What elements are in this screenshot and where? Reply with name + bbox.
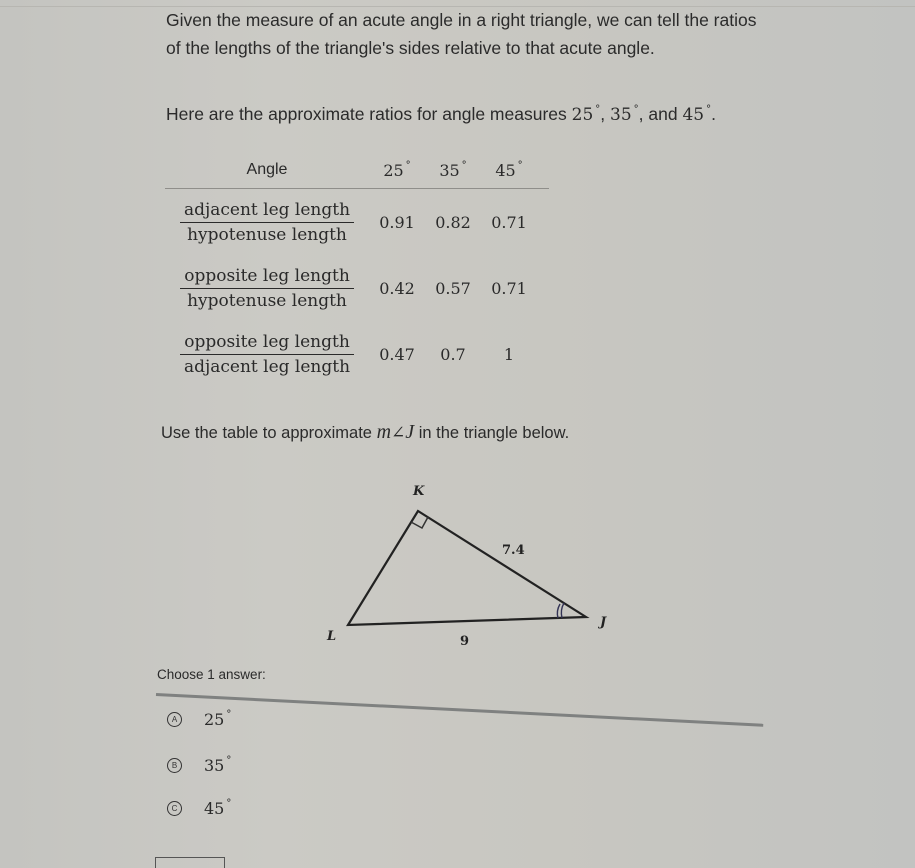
table-cell: 0.71 bbox=[491, 212, 527, 232]
degree-symbol: ° bbox=[226, 709, 232, 720]
comma: , bbox=[600, 104, 606, 124]
answer-divider bbox=[155, 693, 764, 727]
table-cell: 0.82 bbox=[435, 212, 471, 232]
angle-45: 45 ° bbox=[682, 104, 711, 125]
ratio-fraction: adjacent leg length hypotenuse length bbox=[165, 200, 369, 245]
table-row: adjacent leg length hypotenuse length 0.… bbox=[165, 189, 549, 255]
fraction-numerator: adjacent leg length bbox=[179, 200, 355, 223]
intro-line-2: of the lengths of the triangle's sides r… bbox=[166, 38, 655, 58]
choose-answer-label: Choose 1 answer: bbox=[157, 667, 266, 682]
table-row: opposite leg length hypotenuse length 0.… bbox=[165, 255, 549, 321]
angle-35: 35 ° bbox=[610, 104, 639, 125]
fraction-numerator: opposite leg length bbox=[180, 266, 354, 289]
m-symbol: m bbox=[376, 421, 392, 443]
table-cell: 0.47 bbox=[379, 344, 415, 364]
fraction-denominator: hypotenuse length bbox=[187, 290, 347, 311]
header-angle: Angle bbox=[246, 161, 288, 178]
intro-line-1: Given the measure of an acute angle in a… bbox=[166, 10, 757, 30]
angle-25: 25 ° bbox=[571, 104, 601, 125]
question-prefix: Use the table to approximate bbox=[161, 424, 372, 442]
table-cell: 0.91 bbox=[379, 212, 415, 232]
header-35: 35 ° bbox=[425, 160, 481, 180]
side-lj-label: 9 bbox=[460, 634, 469, 649]
table-cell: 0.57 bbox=[435, 278, 471, 298]
angle-value: 25 bbox=[571, 105, 594, 125]
table-cell: 0.42 bbox=[379, 278, 415, 298]
table-cell: 0.7 bbox=[440, 344, 466, 364]
option-value: 35 bbox=[204, 756, 225, 775]
fraction-denominator: adjacent leg length bbox=[183, 356, 351, 377]
ratios-prefix: Here are the approximate ratios for angl… bbox=[166, 104, 567, 124]
j-symbol: J bbox=[405, 421, 415, 443]
triangle-diagram: K L J 7.4 9 bbox=[326, 484, 607, 649]
answer-option-b[interactable]: B 35 ° bbox=[167, 755, 231, 775]
table-cell: 0.71 bbox=[491, 278, 527, 298]
angle-symbol: ∠ bbox=[391, 423, 406, 443]
degree-symbol: ° bbox=[461, 160, 467, 171]
question-text: Use the table to approximate m∠J in the … bbox=[161, 417, 569, 448]
vertex-l-label: L bbox=[326, 629, 336, 644]
degree-symbol: ° bbox=[226, 798, 232, 809]
table-header: Angle 25 ° 35 ° 45 ° bbox=[165, 152, 549, 189]
ratio-fraction: opposite leg length adjacent leg length bbox=[165, 332, 369, 377]
option-a-value: 25 ° bbox=[204, 709, 231, 729]
ratio-table: Angle 25 ° 35 ° 45 ° adjacent leg length hy… bbox=[165, 152, 549, 387]
header-45: 45 ° bbox=[481, 160, 537, 180]
degree-symbol: ° bbox=[517, 160, 523, 171]
header-25: 25 ° bbox=[369, 160, 425, 180]
option-c-radio-icon[interactable]: C bbox=[167, 800, 182, 816]
fraction-numerator: opposite leg length bbox=[180, 332, 354, 355]
option-value: 45 bbox=[204, 799, 225, 818]
fraction-denominator: hypotenuse length bbox=[187, 224, 347, 245]
degree-symbol: ° bbox=[405, 160, 411, 171]
angle-arc-inner bbox=[560, 602, 565, 619]
side-kj-label: 7.4 bbox=[502, 543, 525, 558]
angle-value: 45 bbox=[682, 105, 705, 125]
answer-option-c[interactable]: C 45 ° bbox=[167, 798, 231, 818]
table-cell: 1 bbox=[503, 344, 515, 364]
table-row: opposite leg length adjacent leg length … bbox=[165, 321, 549, 387]
angle-value: 35 bbox=[610, 105, 632, 125]
and-text: , and bbox=[638, 104, 678, 124]
vertex-j-label: J bbox=[597, 615, 607, 630]
degree-symbol: ° bbox=[226, 755, 232, 766]
answer-option-a[interactable]: A 25 ° bbox=[167, 709, 231, 729]
angle-value: 45 bbox=[495, 161, 516, 180]
option-a-radio-icon[interactable]: A bbox=[167, 711, 182, 727]
option-b-value: 35 ° bbox=[204, 755, 231, 775]
angle-value: 25 bbox=[383, 161, 404, 180]
angle-arc-outer bbox=[556, 603, 561, 619]
ratio-fraction: opposite leg length hypotenuse length bbox=[165, 266, 369, 311]
period: . bbox=[711, 104, 716, 124]
option-b-radio-icon[interactable]: B bbox=[167, 757, 182, 773]
ratios-intro: Here are the approximate ratios for angl… bbox=[166, 95, 716, 130]
angle-value: 35 bbox=[439, 161, 460, 180]
triangle-shape bbox=[345, 509, 590, 627]
vertex-k-label: K bbox=[412, 484, 425, 499]
option-c-value: 45 ° bbox=[204, 798, 231, 818]
question-suffix: in the triangle below. bbox=[418, 424, 570, 442]
option-value: 25 bbox=[204, 710, 225, 729]
